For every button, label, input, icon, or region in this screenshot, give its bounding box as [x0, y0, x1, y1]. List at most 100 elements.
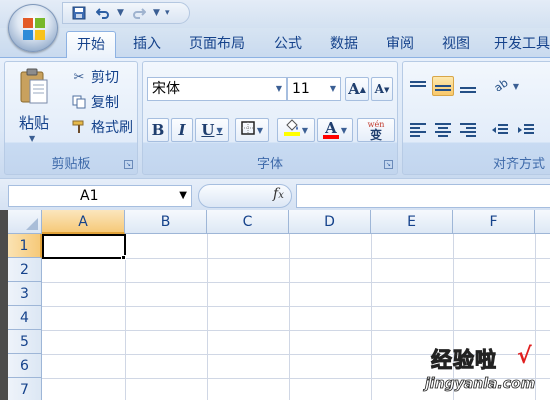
save-icon[interactable]	[69, 4, 89, 22]
insert-function-icon[interactable]: fx	[273, 186, 284, 202]
quick-access-toolbar: ▼ ▼ ▾	[62, 2, 190, 24]
fill-handle[interactable]	[121, 255, 126, 260]
office-button[interactable]	[8, 4, 58, 52]
active-cell-a1[interactable]	[42, 234, 126, 259]
align-top-button[interactable]	[407, 76, 429, 96]
copy-icon	[71, 94, 87, 110]
font-group: 宋体 ▼ 11 ▼ A ▲ A ▼ B I U ▼ ▼ ▼ A ▼ wén 变 …	[142, 61, 398, 175]
row-header-4[interactable]: 4	[8, 306, 42, 330]
shrink-font-button[interactable]: A ▼	[371, 77, 393, 101]
font-size-combo[interactable]: 11 ▼	[287, 77, 341, 101]
fill-bucket-icon	[283, 119, 300, 141]
font-size-value: 11	[292, 81, 310, 97]
row-header-6[interactable]: 6	[8, 354, 42, 378]
tab-home[interactable]: 开始	[66, 31, 116, 59]
tab-view[interactable]: 视图	[432, 31, 480, 58]
phonetic-char: 变	[369, 128, 382, 142]
column-header-g[interactable]	[535, 210, 550, 234]
cut-button[interactable]: ✂ 剪切	[71, 67, 119, 87]
undo-icon[interactable]	[93, 4, 113, 22]
align-center-button[interactable]	[432, 120, 454, 140]
column-header-e[interactable]: E	[371, 210, 453, 234]
decrease-indent-button[interactable]	[489, 120, 511, 140]
font-name-dropdown-arrow[interactable]: ▼	[272, 78, 286, 100]
watermark-title: 经验啦	[431, 348, 497, 373]
align-middle-button[interactable]	[432, 76, 454, 96]
font-name-combo[interactable]: 宋体 ▼	[147, 77, 287, 101]
row-header-5[interactable]: 5	[8, 330, 42, 354]
underline-dropdown-arrow[interactable]: ▼	[216, 126, 222, 135]
tab-data[interactable]: 数据	[320, 31, 368, 58]
tab-review[interactable]: 审阅	[376, 31, 424, 58]
format-painter-icon	[71, 119, 87, 135]
increase-indent-icon	[518, 124, 534, 134]
orientation-icon: ab	[492, 76, 511, 95]
format-painter-label: 格式刷	[91, 120, 133, 136]
borders-button[interactable]: ▼	[235, 118, 269, 142]
borders-icon	[241, 121, 255, 139]
row-header-7[interactable]: 7	[8, 378, 42, 400]
name-box-value: A1	[80, 188, 99, 204]
font-color-icon: A	[322, 121, 339, 139]
phonetic-button[interactable]: wén 变	[357, 118, 395, 142]
paste-dropdown-arrow[interactable]: ▼	[29, 134, 35, 143]
gridline	[42, 306, 550, 307]
watermark: 经验啦 √ jingyanla.com	[425, 344, 550, 400]
font-name-value: 宋体	[152, 81, 180, 97]
column-header-f[interactable]: F	[453, 210, 535, 234]
row-header-2[interactable]: 2	[8, 258, 42, 282]
formula-input[interactable]	[296, 184, 550, 208]
window-edge	[0, 210, 8, 400]
redo-icon[interactable]	[129, 4, 149, 22]
align-right-button[interactable]	[457, 120, 479, 140]
tab-developer[interactable]: 开发工具	[488, 31, 550, 58]
font-color-swatch	[322, 135, 339, 139]
font-color-button[interactable]: A ▼	[317, 118, 353, 142]
decrease-indent-icon	[492, 124, 508, 134]
font-group-label: 字体	[256, 157, 283, 172]
borders-dropdown-arrow[interactable]: ▼	[257, 126, 263, 135]
align-bottom-button[interactable]	[457, 76, 479, 96]
clipboard-dialog-launcher[interactable]: ↘	[124, 160, 133, 169]
select-all-button[interactable]	[8, 210, 42, 234]
grow-font-icon: A	[348, 80, 360, 98]
underline-button[interactable]: U ▼	[195, 118, 229, 142]
copy-label: 复制	[91, 95, 119, 111]
gridline	[42, 330, 550, 331]
bold-button[interactable]: B	[147, 118, 169, 142]
name-box-dropdown-arrow[interactable]: ▼	[179, 186, 187, 206]
font-size-dropdown-arrow[interactable]: ▼	[326, 78, 340, 100]
title-bar: ▼ ▼ ▾	[0, 0, 550, 28]
underline-label: U	[201, 121, 215, 139]
row-header-3[interactable]: 3	[8, 282, 42, 306]
clipboard-group-label: 剪贴板	[51, 157, 91, 172]
redo-dropdown-arrow[interactable]: ▼	[153, 4, 161, 22]
increase-indent-button[interactable]	[515, 120, 537, 140]
tab-page-layout[interactable]: 页面布局	[178, 31, 256, 58]
watermark-url: jingyanla.com	[425, 376, 536, 393]
column-header-a[interactable]: A	[42, 210, 125, 234]
copy-button[interactable]: 复制	[71, 92, 119, 112]
italic-button[interactable]: I	[171, 118, 193, 142]
ribbon: 粘贴 ▼ ✂ 剪切 复制 格式刷 剪贴板 ↘ 宋体 ▼ 11 ▼ A ▲ A ▼…	[0, 58, 550, 178]
orientation-dropdown-arrow[interactable]: ▼	[513, 82, 519, 91]
align-left-button[interactable]	[407, 120, 429, 140]
format-painter-button[interactable]: 格式刷	[71, 117, 133, 137]
customize-qat-button[interactable]: ▾	[165, 4, 173, 22]
font-color-dropdown-arrow[interactable]: ▼	[341, 126, 347, 135]
grow-font-button[interactable]: A ▲	[345, 77, 369, 101]
row-header-1[interactable]: 1	[8, 234, 42, 258]
scissors-icon: ✂	[73, 69, 85, 85]
tab-insert[interactable]: 插入	[124, 31, 170, 58]
font-dialog-launcher[interactable]: ↘	[384, 160, 393, 169]
tab-formulas[interactable]: 公式	[264, 31, 312, 58]
shrink-arrow-icon: ▼	[383, 84, 390, 94]
column-header-c[interactable]: C	[207, 210, 289, 234]
orientation-button[interactable]: ab ▼	[489, 76, 523, 96]
fill-color-button[interactable]: ▼	[277, 118, 315, 142]
column-header-d[interactable]: D	[289, 210, 371, 234]
column-header-b[interactable]: B	[125, 210, 207, 234]
undo-dropdown-arrow[interactable]: ▼	[117, 4, 125, 22]
name-box[interactable]: A1 ▼	[8, 185, 192, 207]
fill-color-dropdown-arrow[interactable]: ▼	[302, 126, 308, 135]
